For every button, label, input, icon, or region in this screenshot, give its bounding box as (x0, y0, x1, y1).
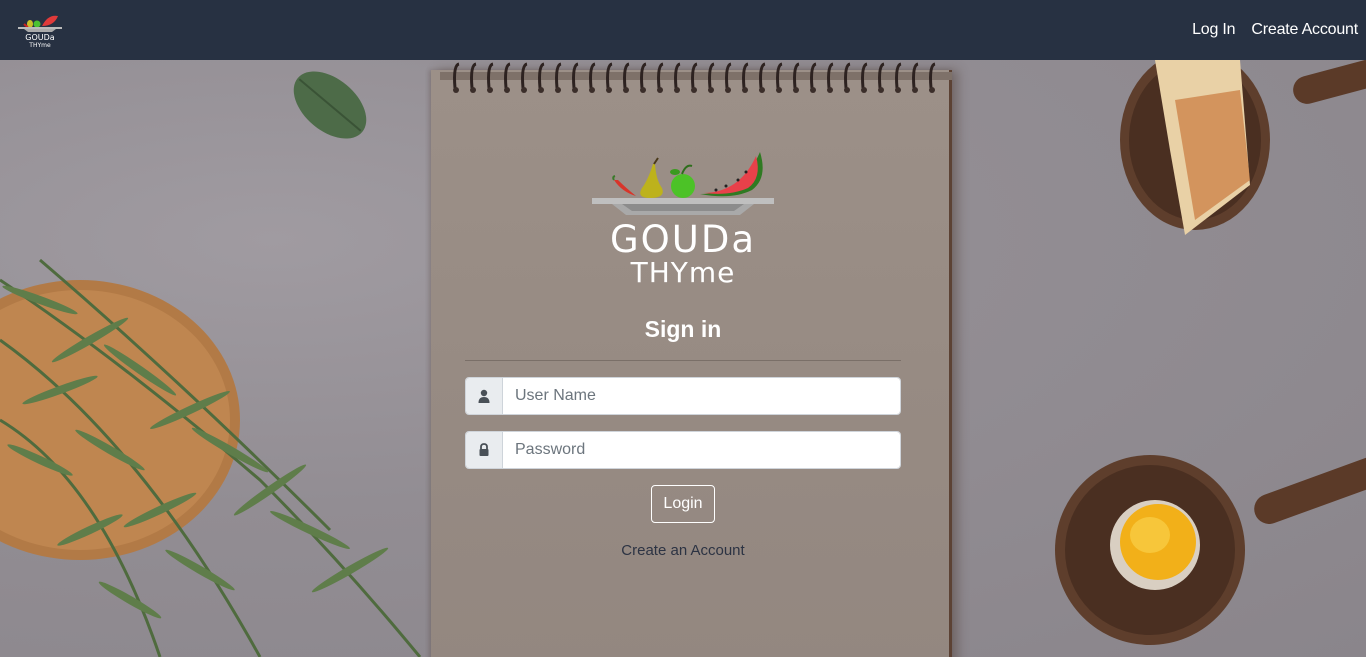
form-divider (465, 360, 901, 361)
password-input-group (465, 431, 901, 469)
username-input-group (465, 377, 901, 415)
nav-links: Log In Create Account (1192, 0, 1358, 60)
gouda-thyme-brand-logo: GOUDa THYme (592, 152, 774, 286)
plate-icon (592, 198, 774, 204)
username-input[interactable] (503, 378, 900, 414)
chili-icon (614, 180, 636, 196)
navbar: GOUDa THYme Log In Create Account (0, 0, 1366, 60)
nav-logo-line2: THYme (28, 42, 51, 49)
nav-login-link[interactable]: Log In (1192, 21, 1235, 39)
logo-text-line2: THYme (630, 256, 736, 286)
password-input[interactable] (503, 432, 900, 468)
spoon-egg (1055, 455, 1366, 645)
lock-icon (466, 432, 503, 468)
mint-leaf (293, 71, 367, 139)
spoon-cheese (1120, 60, 1366, 235)
pear-icon (640, 164, 663, 198)
gouda-thyme-logo-icon[interactable]: GOUDa THYme (16, 12, 64, 50)
user-icon (466, 378, 503, 414)
signin-title: Sign in (644, 316, 722, 342)
login-button[interactable]: Login (651, 485, 715, 523)
apple-icon (671, 174, 695, 198)
nav-create-account-link[interactable]: Create Account (1251, 21, 1358, 39)
notebook-spiral-binding (440, 62, 952, 93)
nav-logo-line1: GOUDa (25, 33, 55, 42)
logo-text-line1: GOUDa (610, 218, 756, 261)
create-account-link[interactable]: Create an Account (431, 542, 935, 559)
